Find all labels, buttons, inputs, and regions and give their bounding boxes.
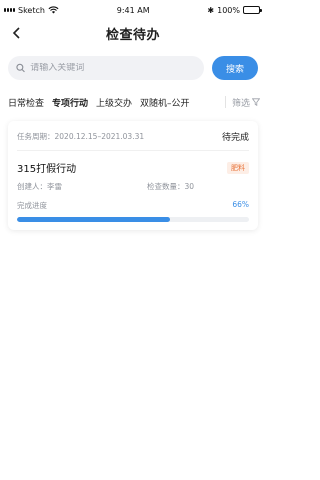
search-box[interactable] <box>8 56 204 80</box>
category-tag: 肥料 <box>227 161 249 174</box>
funnel-icon <box>252 98 260 106</box>
progress-bar <box>17 217 249 222</box>
task-title-row: 315打假行动 肥料 <box>17 160 249 175</box>
task-title: 315打假行动 <box>17 164 77 175</box>
tab-bar: 日常检查 专项行动 上级交办 双随机–公开 筛选 <box>0 93 266 111</box>
progress-header: 完成进度 66% <box>17 200 249 211</box>
wifi-icon <box>48 6 59 14</box>
status-time: 9:41 AM <box>116 5 150 15</box>
tab-daily-inspection[interactable]: 日常检查 <box>8 96 44 109</box>
progress-label: 完成进度 <box>17 201 47 210</box>
task-card-body: 315打假行动 肥料 创建人：李雷 检查数量：30 完成进度 66% <box>17 151 249 222</box>
signal-icon <box>4 8 15 12</box>
filter-label: 筛选 <box>231 98 250 109</box>
search-icon <box>16 63 25 73</box>
progress-percent: 66% <box>232 200 249 209</box>
status-bar: Sketch 9:41 AM ✱ 100% <box>0 0 266 20</box>
filter-button[interactable]: 筛选 <box>224 96 266 109</box>
tab-special-action[interactable]: 专项行动 <box>52 96 88 109</box>
status-right: ✱ 100% <box>207 5 262 15</box>
task-meta: 创建人：李雷 检查数量：30 <box>17 181 249 192</box>
tab-superior-assigned[interactable]: 上级交办 <box>96 96 132 109</box>
chevron-left-icon[interactable] <box>8 25 24 41</box>
status-badge: 待完成 <box>221 133 249 143</box>
status-left: Sketch <box>4 6 59 15</box>
task-card-header: 任务周期：2020.12.15–2021.03.31 待完成 <box>17 130 249 151</box>
battery-icon <box>242 6 262 14</box>
task-card[interactable]: 任务周期：2020.12.15–2021.03.31 待完成 315打假行动 肥… <box>8 121 258 230</box>
carrier-name: Sketch <box>18 5 45 15</box>
search-button[interactable]: 搜索 <box>212 56 258 80</box>
progress-fill <box>17 217 171 222</box>
tab-double-random[interactable]: 双随机–公开 <box>140 96 190 109</box>
search-input[interactable] <box>30 63 196 73</box>
page-title: 检查待办 <box>105 27 160 43</box>
task-period: 任务周期：2020.12.15–2021.03.31 <box>17 132 145 141</box>
navigation-bar: 检查待办 <box>0 20 266 46</box>
battery-percent: 100% <box>217 5 240 15</box>
bluetooth-icon: ✱ <box>207 5 215 15</box>
search-row: 搜索 <box>0 56 266 80</box>
task-creator: 创建人：李雷 <box>17 182 62 191</box>
task-count: 检查数量：30 <box>147 182 195 191</box>
